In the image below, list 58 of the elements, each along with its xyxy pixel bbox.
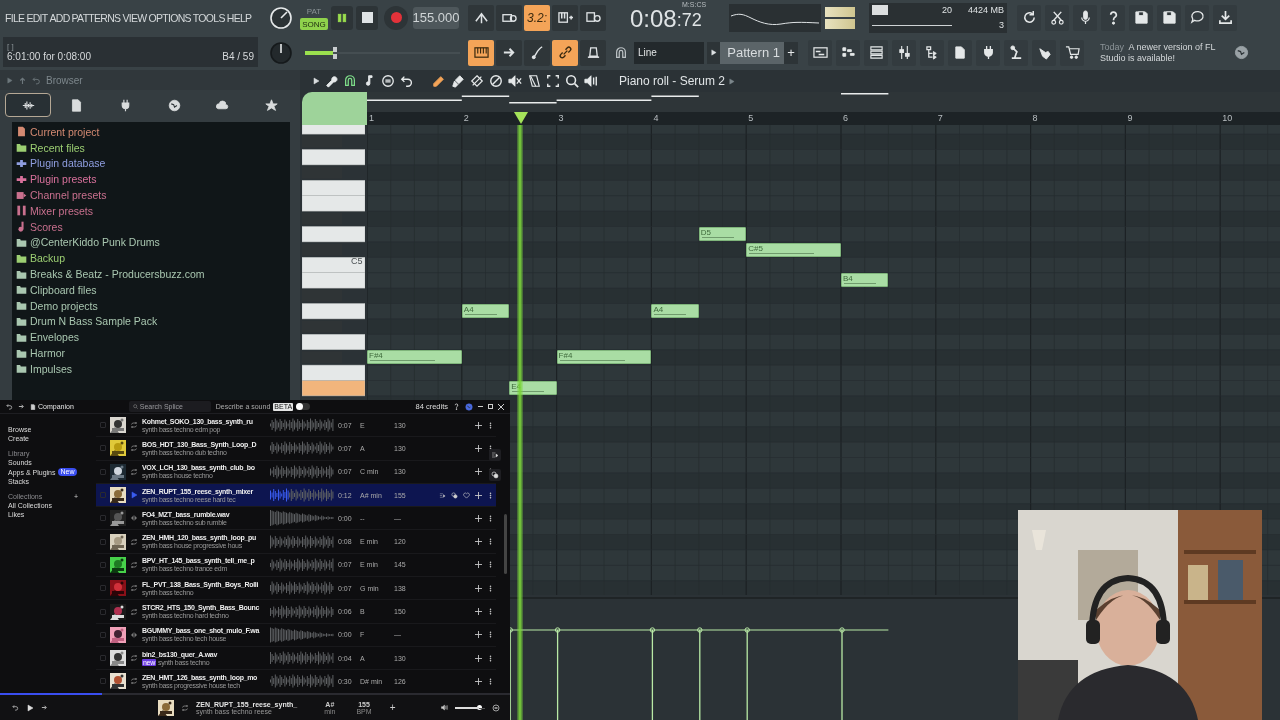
browser-item[interactable]: Plugin presets [30, 173, 97, 186]
bar-number: 7 [937, 113, 943, 123]
note-block[interactable]: D5 [698, 227, 747, 242]
menu-item[interactable]: HELP [226, 11, 252, 24]
bar-number: 8 [1032, 113, 1038, 123]
menu-item[interactable]: TOOLS [192, 11, 225, 24]
browser-item[interactable]: Drum N Bass Sample Pack [30, 315, 158, 328]
menu-item[interactable]: FILE [5, 11, 25, 24]
note-block[interactable]: F#4 [556, 350, 652, 365]
browser-item[interactable]: Plugin database [30, 157, 106, 170]
note-block[interactable]: B4 [841, 273, 889, 288]
bar-number: 4 [653, 113, 659, 123]
bar-number: 9 [1127, 113, 1133, 123]
news-message[interactable]: Today A newer version of FL Studio is available! [1100, 41, 1226, 64]
browser-item[interactable]: Demo projects [30, 299, 98, 312]
memory-usage: 4424 MB [967, 5, 1004, 15]
menu-item[interactable]: VIEW [122, 11, 147, 24]
hint-title: [ ] [7, 42, 15, 51]
browser-item[interactable]: Current project [30, 125, 100, 138]
browser-item[interactable]: Scores [30, 220, 63, 233]
browser-item[interactable]: Breaks & Beatz - Producersbuzz.com [30, 268, 205, 281]
bar-number: 6 [843, 113, 848, 123]
browser-item[interactable]: Envelopes [30, 331, 80, 344]
polyphony-count: 20 [942, 5, 952, 15]
key-label: C5 [351, 256, 363, 266]
browser-item[interactable]: Channel presets [30, 189, 107, 202]
browser-item[interactable]: Clipboard files [30, 283, 97, 296]
browser-item[interactable]: @CenterKiddo Punk Drums [30, 236, 160, 249]
bar-number: 5 [748, 113, 754, 123]
note-block[interactable]: A4 [651, 304, 699, 319]
menu-item[interactable]: PATTERNS [71, 11, 121, 24]
hint-text: 6:01:00 for 0:08:00 [7, 51, 91, 62]
tempo-display[interactable]: 155.000 [413, 6, 459, 29]
timeline-ruler[interactable]: 1 2 3 4 5 6 7 8 9 10 [367, 112, 1280, 125]
bar-number: 2 [463, 113, 469, 123]
browser-item[interactable]: Recent files [30, 141, 85, 154]
bar-number: 10 [1222, 113, 1233, 123]
snap-dropdown[interactable]: Line [634, 41, 704, 64]
voice-count: 3 [998, 20, 1004, 30]
note-block[interactable]: F#4 [367, 350, 462, 365]
window-title: Piano roll - Serum 2 [619, 74, 726, 88]
menu-item[interactable]: OPTIONS [148, 11, 191, 24]
bar-number: 1 [369, 113, 374, 123]
browser-item[interactable]: Backup [30, 252, 66, 265]
display-toggle[interactable]: 3.2: [524, 4, 550, 31]
browser-item[interactable]: Mixer presets [30, 204, 93, 217]
bar-number: 3 [558, 113, 564, 123]
add-button[interactable]: + [388, 702, 397, 713]
menu-item[interactable]: ADD [49, 11, 70, 24]
pattern-selector[interactable]: Pattern 1 [720, 41, 784, 64]
note-block[interactable]: A4 [461, 304, 510, 319]
browser-item[interactable]: Impulses [30, 362, 72, 375]
panel-title: Browser [46, 74, 83, 86]
browser-item[interactable]: Harmor [30, 347, 65, 360]
mode-toggle[interactable]: SONG [300, 18, 328, 30]
menu-item[interactable]: EDIT [26, 11, 48, 24]
add-pattern-button[interactable]: + [784, 41, 798, 64]
note-info: B4 / 59 [222, 51, 254, 62]
